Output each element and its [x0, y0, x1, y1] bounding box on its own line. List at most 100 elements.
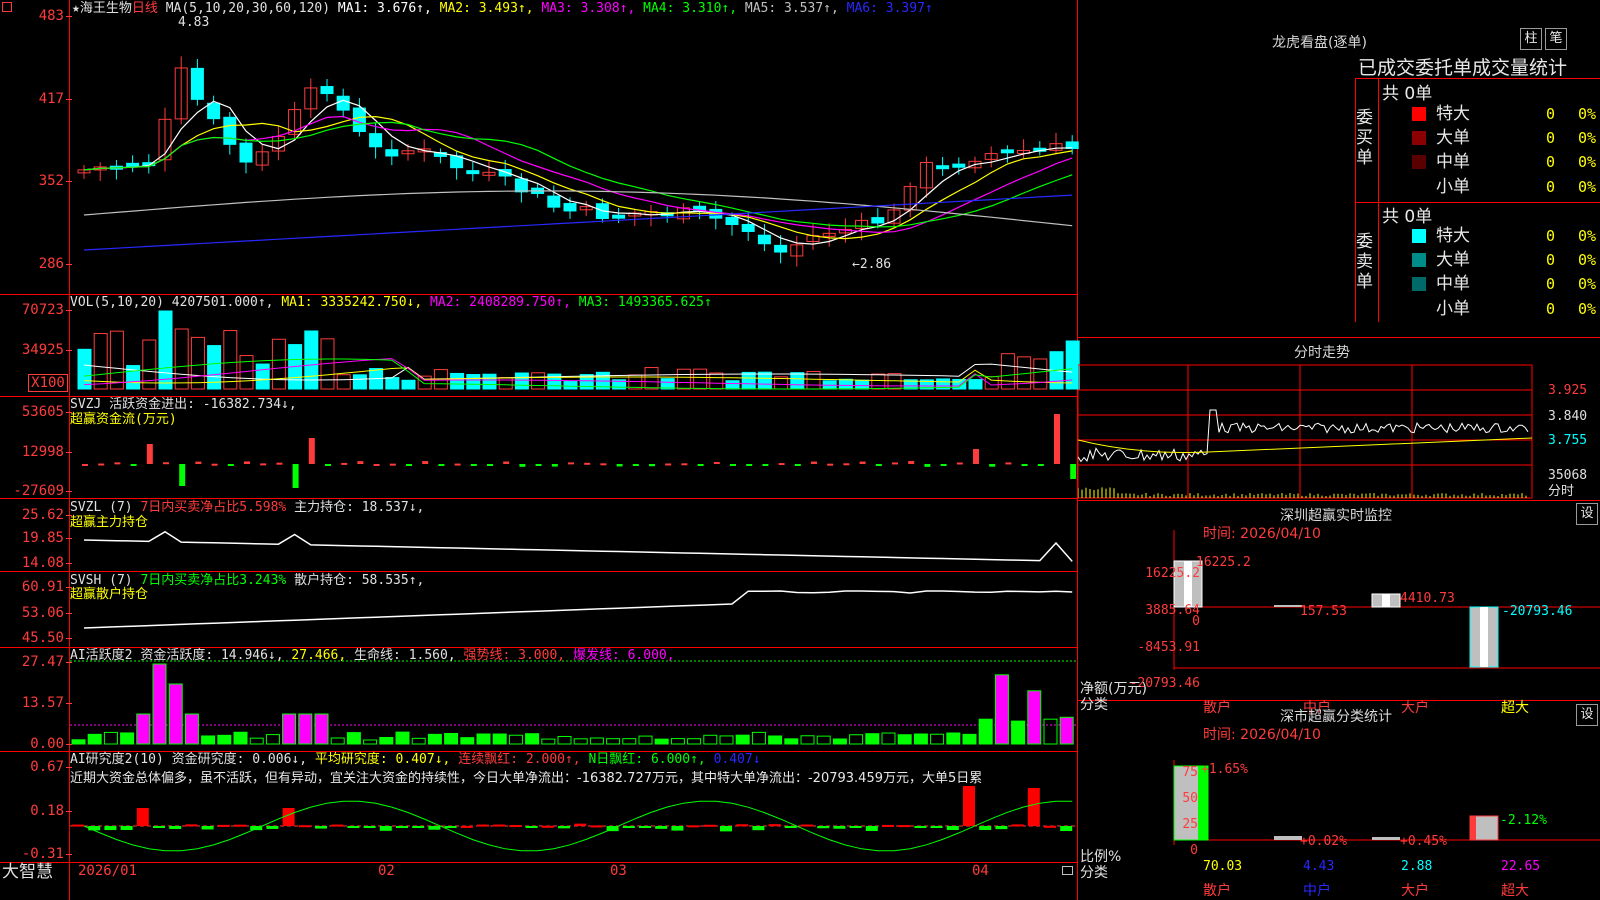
candle: [741, 223, 755, 232]
research-bar: [687, 825, 700, 828]
flow-bar: [357, 461, 364, 464]
sz-class-settings-button[interactable]: 设: [1576, 704, 1598, 726]
candle: [725, 217, 739, 225]
brand-label: 大智慧: [2, 862, 53, 882]
ai1-header: AI活跃度2 资金活跃度: 14.946↓, 27.466, 生命线: 1.56…: [70, 648, 675, 663]
lock-icon[interactable]: [1062, 866, 1073, 875]
flow-bar: [292, 464, 299, 488]
flow-bar: [227, 464, 234, 466]
volume-bar: [709, 372, 724, 390]
activity-bar: [800, 735, 815, 745]
research-bar: [946, 826, 959, 831]
flow-bar: [632, 464, 639, 466]
szc-unit2: 分类: [1080, 865, 1108, 881]
szm-value-1: 16225.2: [1196, 555, 1251, 570]
flow-bar: [551, 464, 558, 467]
szm-value-3: 4410.73: [1400, 591, 1455, 606]
flow-bar: [843, 463, 850, 466]
szm-axis-3: 0: [1192, 614, 1200, 629]
sz-class-date: 时间: 2026/04/10: [1203, 727, 1321, 743]
activity-bar: [1059, 716, 1074, 745]
holding-line: [83, 590, 1073, 629]
activity-bar: [768, 735, 783, 745]
class-bar-mid: [1274, 836, 1302, 840]
price-axis-1: 483: [0, 9, 72, 23]
szm-value-4: -20793.46: [1502, 604, 1573, 619]
svsh-header: SVSH (7) 7日内买卖净占比3.243% 散户持仓: 58.535↑,: [70, 573, 425, 588]
main-header: ★海王生物日线 MA(5,10,20,30,60,120) MA1: 3.676…: [72, 1, 933, 16]
research-bar: [347, 826, 360, 828]
szm-cat-1: 散户: [1203, 700, 1231, 716]
flow-bar: [1005, 462, 1012, 465]
szc-axis-1: 75: [1182, 765, 1198, 780]
activity-bar: [330, 737, 345, 745]
sell-row-mid: 中单 0 0%: [1412, 273, 1600, 295]
flow-bar: [697, 464, 704, 466]
sz-monitor-settings-button[interactable]: 设: [1576, 503, 1598, 525]
candle: [547, 195, 561, 208]
szc-top-2: +0.02%: [1300, 834, 1347, 849]
research-bar: [930, 826, 943, 828]
research-bar: [963, 786, 975, 826]
activity-bar: [1027, 690, 1042, 745]
candle: [320, 86, 334, 95]
volume-bar: [482, 373, 497, 390]
research-bar: [315, 826, 327, 829]
research-bar: [1027, 788, 1040, 826]
xaxis-label-1: 2026/01: [78, 863, 138, 879]
volume-bar: [271, 338, 286, 390]
research-bar: [574, 823, 587, 826]
flow-bar: [956, 462, 963, 465]
ma2-value: MA2: 3.493↑,: [439, 1, 534, 16]
research-bar: [185, 824, 198, 827]
intraday-axis-1: 3.925: [1548, 383, 1588, 398]
price-axis-2: 417: [0, 92, 72, 106]
flow-bar: [179, 464, 186, 486]
flow-bar: [778, 463, 785, 466]
activity-bar: [249, 737, 264, 745]
price-axis-3: 352: [0, 174, 72, 188]
class-bar-retail-change: [1198, 766, 1208, 840]
candle: [514, 178, 528, 193]
research-bar: [655, 826, 668, 829]
research-bar: [379, 826, 392, 831]
volume-bar: [450, 372, 465, 390]
research-bar: [849, 826, 862, 828]
flow-bar: [211, 463, 218, 466]
activity-bar: [152, 663, 167, 745]
volume-bar: [757, 371, 772, 390]
activity-bar: [654, 738, 669, 745]
research-bar: [493, 824, 506, 827]
flow-bar: [859, 461, 866, 464]
holding-line: [83, 530, 1073, 562]
activity-bar: [395, 731, 410, 745]
volume-bar: [158, 310, 173, 390]
research-bar: [768, 824, 781, 827]
svzl-axis-3: 14.08: [0, 556, 72, 570]
research-bar: [509, 825, 522, 828]
period-label[interactable]: 日线: [132, 1, 158, 16]
research-bar: [1011, 824, 1024, 827]
sz-class-title: 深市超赢分类统计: [1280, 709, 1392, 725]
stock-name[interactable]: 海王生物: [80, 1, 132, 16]
class-bar-large: [1372, 837, 1400, 840]
volume-bar: [190, 336, 205, 390]
flow-bar: [1021, 464, 1028, 466]
szc-unit1: 比例%: [1080, 849, 1122, 865]
activity-bar: [411, 737, 426, 745]
szc-cat-3: 大户: [1401, 883, 1429, 899]
flow-bar: [260, 463, 267, 466]
research-bar: [412, 826, 425, 828]
flow-bar: [681, 463, 688, 466]
activity-bar: [71, 739, 86, 745]
activity-bar: [136, 713, 151, 745]
price-axis-4: 286: [0, 257, 72, 271]
swatch: [1412, 131, 1426, 145]
research-bar: [801, 824, 813, 827]
flow-bar: [568, 462, 574, 465]
research-bar: [914, 826, 927, 828]
research-bar: [331, 824, 344, 827]
flow-bar: [503, 461, 510, 464]
flow-bar: [1037, 464, 1044, 466]
ai2-axis-3: -0.31: [0, 847, 72, 861]
